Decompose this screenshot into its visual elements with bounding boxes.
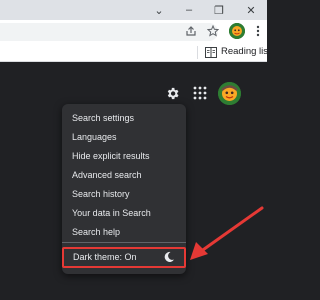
- menu-item-your-data-in-search[interactable]: Your data in Search: [72, 208, 151, 218]
- browser-titlebar: ⌄ – ❐ ✕: [0, 0, 267, 20]
- moon-icon[interactable]: [163, 251, 175, 263]
- bookmarks-bar: Reading list: [0, 43, 271, 62]
- apps-grid-icon[interactable]: [193, 86, 207, 100]
- more-vert-icon[interactable]: [251, 24, 265, 38]
- restore-button[interactable]: ❐: [204, 0, 234, 20]
- menu-divider: [62, 242, 186, 243]
- profile-avatar[interactable]: [229, 23, 245, 39]
- reading-list-button[interactable]: Reading list: [221, 46, 271, 57]
- bookmarks-divider: [197, 46, 198, 59]
- account-avatar[interactable]: [218, 82, 241, 105]
- menu-item-hide-explicit-results[interactable]: Hide explicit results: [72, 151, 150, 161]
- close-button[interactable]: ✕: [236, 0, 266, 20]
- menu-item-search-history[interactable]: Search history: [72, 189, 130, 199]
- tab-search-chevron-icon[interactable]: ⌄: [144, 0, 174, 20]
- menu-item-search-settings[interactable]: Search settings: [72, 113, 134, 123]
- browser-toolbar: [0, 20, 267, 43]
- menu-item-search-help[interactable]: Search help: [72, 227, 120, 237]
- dark-theme-toggle[interactable]: Dark theme: On: [73, 252, 137, 262]
- share-icon[interactable]: [184, 24, 198, 38]
- minimize-button[interactable]: –: [174, 0, 204, 20]
- menu-item-languages[interactable]: Languages: [72, 132, 117, 142]
- settings-gear-icon[interactable]: [165, 86, 180, 101]
- annotation-arrow: [190, 206, 264, 260]
- reading-list-icon[interactable]: [205, 47, 217, 58]
- menu-item-advanced-search[interactable]: Advanced search: [72, 170, 142, 180]
- star-icon[interactable]: [206, 24, 220, 38]
